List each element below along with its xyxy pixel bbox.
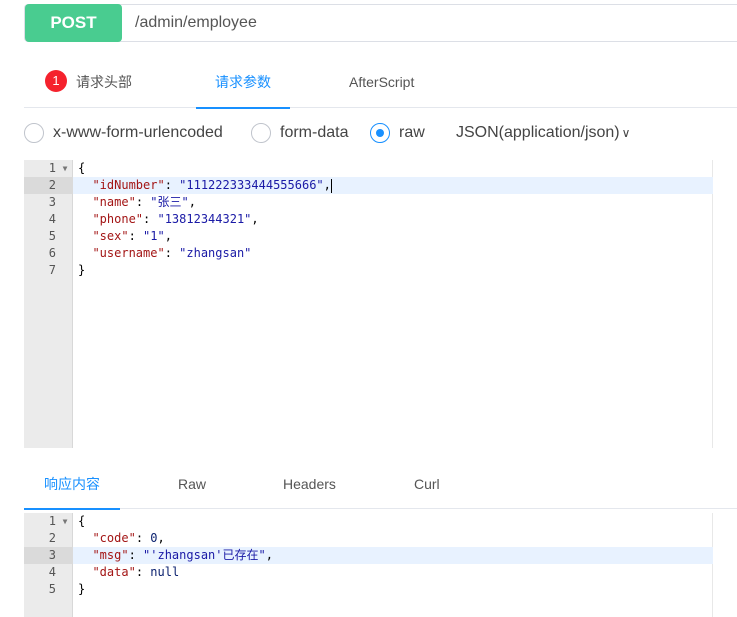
radio-circle[interactable] (24, 123, 44, 143)
tab-curl[interactable]: Curl (414, 462, 440, 509)
code-text: "phone": "13812344321", (92, 212, 259, 226)
tab-label: Headers (283, 476, 336, 492)
code-text: { (78, 161, 86, 175)
tab-response-content[interactable]: 响应内容 (24, 462, 120, 510)
response-body-editor[interactable]: 1 ▼ { 2 "code": 0, 3 "msg": "'zhangsan'已… (24, 513, 713, 617)
tab-afterscript[interactable]: AfterScript (349, 60, 414, 108)
response-tabs: 响应内容 Raw Headers Curl (24, 462, 737, 510)
line-number: 2 (48, 531, 56, 545)
line-number: 4 (48, 212, 56, 226)
radio-circle[interactable] (251, 123, 271, 143)
line-number: 7 (48, 263, 56, 277)
code-text: "code": 0, (92, 531, 165, 545)
radio-label: form-data (280, 124, 349, 141)
url-input[interactable]: /admin/employee (135, 5, 257, 41)
tab-request-headers[interactable]: 1 请求头部 (45, 60, 132, 108)
code-line: 4 "data": null (24, 564, 713, 581)
line-number: 2 (24, 177, 73, 194)
radio-label: raw (399, 124, 425, 141)
method-button[interactable]: POST (25, 4, 122, 42)
tab-label: 请求头部 (76, 74, 132, 90)
code-text: "username": "zhangsan" (92, 246, 252, 260)
fold-arrow-icon[interactable]: ▼ (60, 160, 70, 177)
line-number: 3 (24, 547, 73, 564)
code-line: 4 "phone": "13812344321", (24, 211, 713, 228)
tab-request-params[interactable]: 请求参数 (196, 60, 290, 109)
tab-label: Raw (178, 476, 207, 492)
code-line: 5 } (24, 581, 713, 598)
code-text: "sex": "1", (92, 229, 172, 243)
code-line-active: 2 "idNumber": "111222333444555666", (24, 177, 713, 194)
code-line: 2 "code": 0, (24, 530, 713, 547)
code-line: 1 ▼ { (24, 513, 713, 530)
code-line: 3 "name": "张三", (24, 194, 713, 211)
chevron-down-icon: ∨ (621, 126, 631, 140)
line-number: 5 (48, 582, 56, 596)
tab-raw[interactable]: Raw (178, 462, 206, 509)
code-text: "data": null (92, 565, 180, 579)
line-number: 6 (48, 246, 56, 260)
code-text: "msg": "'zhangsan'已存在", (92, 548, 273, 562)
line-number: 4 (48, 565, 56, 579)
code-text: } (78, 582, 86, 596)
request-tabs: 1 请求头部 请求参数 AfterScript (24, 60, 737, 109)
radio-circle[interactable] (370, 123, 390, 143)
tab-label: Curl (414, 476, 440, 492)
url-bar: POST /admin/employee (24, 4, 737, 42)
tab-label: 请求参数 (215, 74, 271, 90)
code-text: } (78, 263, 86, 277)
content-type-value: JSON(application/json) (456, 124, 620, 141)
code-text: "idNumber": "111222333444555666", (92, 178, 332, 193)
tab-label: 响应内容 (44, 476, 100, 492)
code-text: { (78, 514, 86, 528)
code-line: 6 "username": "zhangsan" (24, 245, 713, 262)
content-type-select[interactable]: JSON(application/json) ∨ (456, 120, 630, 146)
line-number: 3 (48, 195, 56, 209)
tab-headers[interactable]: Headers (283, 462, 336, 509)
code-line: 7 } (24, 262, 713, 279)
request-body-editor[interactable]: 1 ▼ { 2 "idNumber": "111222333444555666"… (24, 160, 713, 448)
code-line-active: 3 "msg": "'zhangsan'已存在", (24, 547, 713, 564)
line-number: 5 (48, 229, 56, 243)
code-line: 5 "sex": "1", (24, 228, 713, 245)
fold-arrow-icon[interactable]: ▼ (60, 513, 70, 530)
code-line: 1 ▼ { (24, 160, 713, 177)
tab-label: AfterScript (349, 74, 415, 90)
headers-count-badge: 1 (45, 70, 67, 93)
code-text: "name": "张三", (92, 195, 196, 209)
text-cursor (330, 178, 332, 193)
radio-label: x-www-form-urlencoded (53, 124, 223, 141)
